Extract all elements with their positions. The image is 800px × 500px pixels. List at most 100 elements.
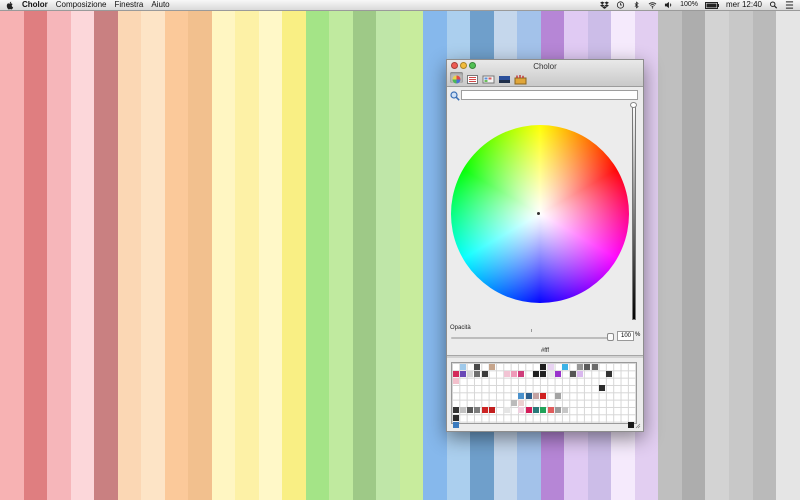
battery-icon[interactable] <box>704 1 719 9</box>
color-swatch[interactable] <box>452 370 459 377</box>
color-swatch[interactable] <box>489 363 496 370</box>
color-swatch[interactable] <box>569 370 576 377</box>
color-swatch[interactable] <box>628 422 635 429</box>
color-swatch[interactable] <box>459 407 466 414</box>
bluetooth-icon[interactable] <box>632 1 641 9</box>
color-swatch[interactable] <box>511 400 518 407</box>
volume-icon[interactable] <box>664 1 673 9</box>
menu-aiuto[interactable]: Aiuto <box>151 0 169 10</box>
color-swatch[interactable] <box>540 407 547 414</box>
color-swatch[interactable] <box>540 370 547 377</box>
color-swatch[interactable] <box>555 392 562 399</box>
panel-divider[interactable] <box>447 355 643 358</box>
brightness-slider[interactable] <box>632 104 636 320</box>
opacity-slider[interactable] <box>451 337 611 339</box>
color-swatch[interactable] <box>511 370 518 377</box>
color-swatch[interactable] <box>540 392 547 399</box>
color-swatch[interactable] <box>562 363 569 370</box>
color-swatch[interactable] <box>489 407 496 414</box>
color-swatch[interactable] <box>555 407 562 414</box>
color-stripe <box>141 11 165 500</box>
color-palettes-mode-button[interactable] <box>482 72 495 84</box>
color-swatch[interactable] <box>555 370 562 377</box>
app-menu[interactable]: Cholor <box>22 0 48 10</box>
color-swatch[interactable] <box>518 392 525 399</box>
spotlight-icon[interactable] <box>769 1 778 9</box>
color-stripe <box>47 11 71 500</box>
color-swatch[interactable] <box>481 407 488 414</box>
battery-status[interactable]: 100% <box>680 0 698 10</box>
menu-finestra[interactable]: Finestra <box>114 0 143 10</box>
opacity-value-field[interactable]: 100 <box>617 331 634 341</box>
notification-center-icon[interactable] <box>785 1 794 9</box>
color-sliders-mode-button[interactable] <box>466 72 479 84</box>
color-swatch[interactable] <box>547 370 554 377</box>
clock[interactable]: mer 12:40 <box>726 0 762 10</box>
color-swatch[interactable] <box>547 407 554 414</box>
desktop-background <box>0 11 800 500</box>
crayons-mode-button[interactable] <box>514 72 527 85</box>
opacity-label: Opacità <box>450 325 471 331</box>
color-swatch[interactable] <box>533 370 540 377</box>
color-stripe <box>329 11 353 500</box>
color-stripe <box>399 11 424 500</box>
time-machine-icon[interactable] <box>616 1 625 9</box>
color-swatch[interactable] <box>503 407 510 414</box>
color-swatch[interactable] <box>577 363 584 370</box>
color-wheel-mode-button[interactable] <box>450 72 463 84</box>
dropbox-icon[interactable] <box>600 1 610 9</box>
color-swatch[interactable] <box>452 378 459 385</box>
color-swatch[interactable] <box>606 370 613 377</box>
color-stripe <box>752 11 777 500</box>
color-stripe <box>164 11 189 500</box>
opacity-slider-knob[interactable] <box>607 333 614 341</box>
color-swatch[interactable] <box>540 363 547 370</box>
brightness-slider-knob[interactable] <box>630 102 637 108</box>
color-swatch[interactable] <box>533 392 540 399</box>
color-swatch[interactable] <box>547 363 554 370</box>
color-swatch[interactable] <box>533 407 540 414</box>
color-swatch[interactable] <box>459 363 466 370</box>
color-swatch[interactable] <box>481 370 488 377</box>
color-swatch[interactable] <box>474 363 481 370</box>
color-stripe <box>23 11 48 500</box>
color-stripe <box>776 11 800 500</box>
color-swatch[interactable] <box>518 407 525 414</box>
color-swatch[interactable] <box>467 370 474 377</box>
current-color-hex[interactable]: #fff <box>447 348 643 354</box>
color-swatch[interactable] <box>459 370 466 377</box>
color-swatch[interactable] <box>584 363 591 370</box>
image-palettes-mode-button[interactable] <box>498 72 511 83</box>
color-swatch[interactable] <box>599 385 606 392</box>
color-swatch[interactable] <box>525 392 532 399</box>
color-swatch[interactable] <box>452 422 459 429</box>
color-swatch[interactable] <box>562 407 569 414</box>
color-swatch[interactable] <box>503 370 510 377</box>
color-stripe <box>681 11 706 500</box>
color-swatch[interactable] <box>452 414 459 421</box>
color-swatch[interactable] <box>518 400 525 407</box>
color-stripe <box>70 11 95 500</box>
color-swatch[interactable] <box>452 407 459 414</box>
color-stripe <box>705 11 729 500</box>
search-input[interactable] <box>461 90 638 100</box>
color-swatch[interactable] <box>591 363 598 370</box>
color-swatch[interactable] <box>518 370 525 377</box>
color-swatch[interactable] <box>525 407 532 414</box>
color-wheel-icon <box>452 75 461 84</box>
color-swatch[interactable] <box>474 370 481 377</box>
search-icon[interactable] <box>450 91 460 101</box>
color-swatch[interactable] <box>577 370 584 377</box>
color-wheel[interactable] <box>451 125 629 303</box>
image-palettes-icon <box>499 76 510 83</box>
title-bar[interactable]: Cholor <box>447 60 643 87</box>
apple-icon[interactable] <box>6 1 14 10</box>
menu-composizione[interactable]: Composizione <box>56 0 107 10</box>
color-swatch[interactable] <box>467 407 474 414</box>
color-stripe <box>728 11 753 500</box>
color-swatch[interactable] <box>474 407 481 414</box>
swatch-palette[interactable] <box>451 362 637 429</box>
wifi-icon[interactable] <box>648 1 657 9</box>
resize-grip-icon[interactable] <box>635 423 641 429</box>
color-wheel-cursor[interactable] <box>537 212 540 215</box>
